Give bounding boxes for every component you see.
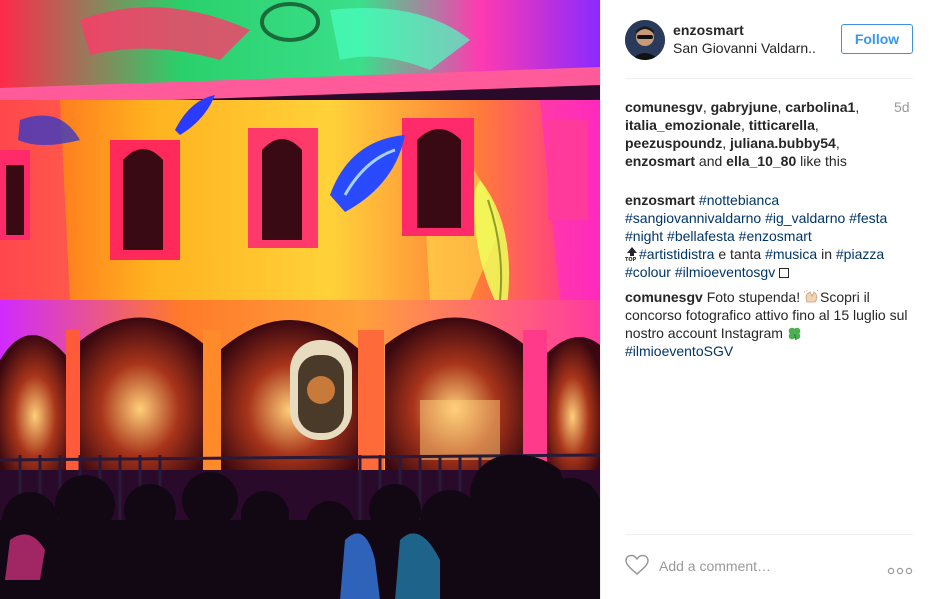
liker-name[interactable]: juliana.bubby54 (730, 135, 836, 151)
liker-name[interactable]: italia_emozionale (625, 117, 741, 133)
hashtag[interactable]: #bellafesta (667, 228, 735, 244)
liker-name[interactable]: carbolina1 (785, 99, 855, 115)
hashtag[interactable]: #colour (625, 264, 671, 280)
comment-bar: Add a comment… (625, 548, 913, 588)
avatar[interactable] (625, 20, 665, 60)
liker-name[interactable]: peezuspoundz (625, 135, 722, 151)
hashtag[interactable]: #enzosmart (739, 228, 812, 244)
comment-author[interactable]: enzosmart (625, 192, 695, 208)
follow-button[interactable]: Follow (841, 24, 913, 54)
comment-text: Foto stupenda! (706, 289, 804, 305)
post-age[interactable]: 5d (894, 98, 910, 116)
header-divider (625, 78, 913, 79)
liker-name[interactable]: comunesgv (625, 99, 703, 115)
svg-text:TOP: TOP (625, 257, 637, 261)
hashtag[interactable]: #ilmioeventosgv (675, 264, 775, 280)
liker-name[interactable]: gabryjune (711, 99, 778, 115)
hashtag[interactable]: #night (625, 228, 663, 244)
location-link[interactable]: San Giovanni Valdarn.. (673, 40, 816, 56)
post-header: enzosmart San Giovanni Valdarn.. Follow (625, 20, 913, 60)
caption-comment: enzosmart #nottebianca #sangiovannivalda… (625, 191, 913, 281)
liker-name[interactable]: enzosmart (625, 153, 695, 169)
caption-text: e tanta (714, 246, 766, 262)
top-arrow-emoji: TOP (625, 247, 639, 263)
likes-summary: comunesgv, gabryjune, carbolina1, italia… (625, 99, 860, 169)
clapping-hands-emoji (803, 289, 820, 304)
post-photo[interactable] (0, 0, 600, 599)
liker-name[interactable]: titticarella (749, 117, 815, 133)
heart-outline-icon[interactable] (625, 554, 649, 576)
hashtag[interactable]: #sangiovannivaldarno (625, 210, 761, 226)
hashtag[interactable]: #ilmioeventoSGV (625, 343, 733, 359)
hashtag[interactable]: #festa (849, 210, 887, 226)
username-link[interactable]: enzosmart (673, 22, 744, 38)
liker-name[interactable]: ella_10_80 (726, 153, 796, 169)
post-side-panel: enzosmart San Giovanni Valdarn.. Follow … (600, 0, 938, 599)
unknown-glyph-icon (779, 268, 790, 278)
add-comment-input[interactable]: Add a comment… (659, 558, 771, 574)
hashtag[interactable]: #ig_valdarno (765, 210, 845, 226)
hashtag[interactable]: #musica (765, 246, 817, 262)
comment-author[interactable]: comunesgv (625, 289, 703, 305)
footer-divider (625, 534, 913, 535)
hashtag[interactable]: #nottebianca (699, 192, 779, 208)
hashtag[interactable]: #piazza (836, 246, 884, 262)
festival-facade-image (0, 0, 600, 599)
hashtag[interactable]: #artistidistra (639, 246, 714, 262)
caption-text: in (817, 246, 836, 262)
four-leaf-clover-emoji (787, 326, 802, 341)
more-options-icon[interactable] (887, 562, 913, 575)
comment: comunesgv Foto stupenda! Scopri il conco… (625, 288, 913, 360)
